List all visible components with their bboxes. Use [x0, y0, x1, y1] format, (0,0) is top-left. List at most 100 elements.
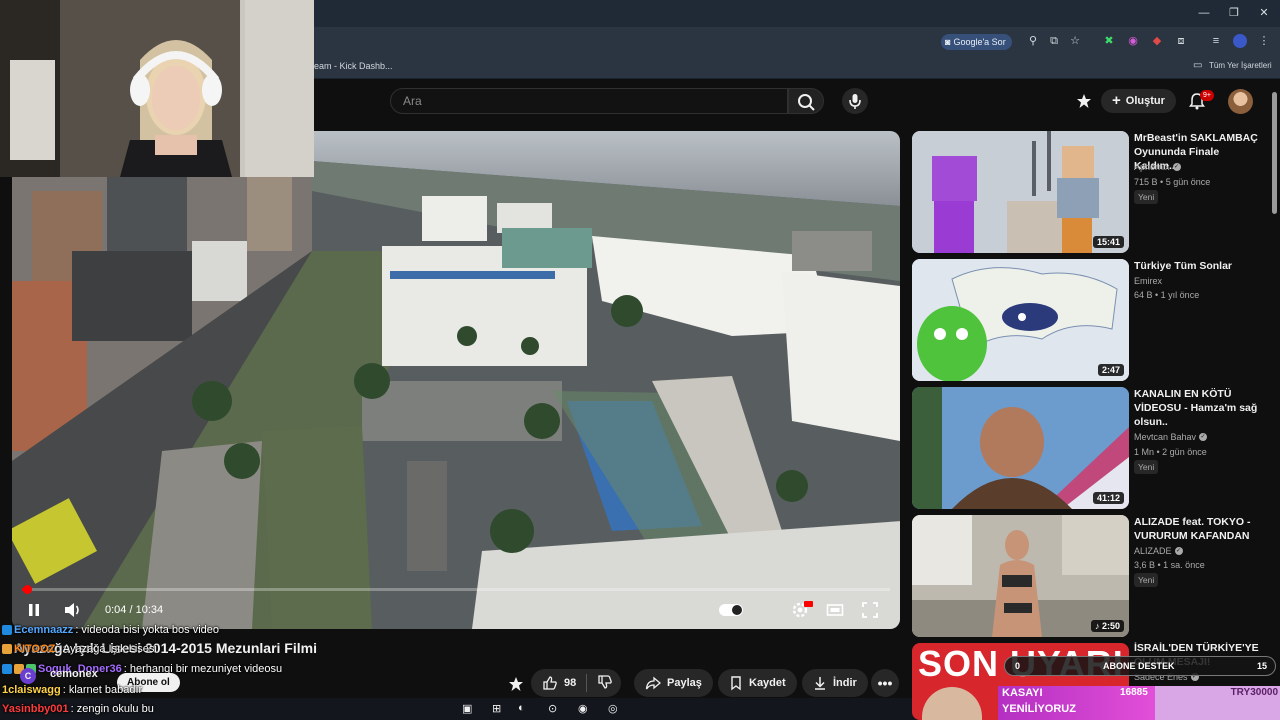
recommendation-meta: 715 B • 5 gün önce	[1134, 177, 1211, 187]
taskbar-app-icon[interactable]: ◐	[518, 702, 525, 714]
recommendation-thumbnail[interactable]: 15:41	[912, 131, 1129, 253]
maximize-button[interactable]: ❐	[1227, 6, 1241, 20]
share-label: Paylaş	[667, 677, 702, 689]
hd-badge-icon	[804, 601, 813, 607]
chat-badge-icon	[2, 644, 12, 654]
progress-bar-track[interactable]	[22, 588, 890, 591]
kick-extension-icon[interactable]	[1076, 93, 1092, 109]
google-sor-label: Google'a Sor	[953, 37, 1006, 47]
download-button[interactable]: İndir	[802, 669, 868, 697]
like-button[interactable]: 98	[542, 675, 576, 691]
recommendation-channel[interactable]: Emirex	[1134, 276, 1162, 286]
share-button[interactable]: Paylaş	[634, 669, 713, 697]
recommendation-title[interactable]: KANALIN EN KÖTÜ VİDEOSU - Hamza'm sağ ol…	[1134, 387, 1264, 429]
dislike-button[interactable]	[593, 674, 613, 693]
channel-avatar[interactable]: C	[20, 668, 36, 684]
volume-button[interactable]	[62, 600, 84, 620]
theater-icon	[826, 604, 844, 616]
duration-badge: 41:12	[1092, 492, 1124, 504]
verified-icon: ✓	[1172, 163, 1181, 171]
thumbnail-face	[922, 687, 982, 720]
mic-icon	[849, 94, 861, 109]
account-avatar[interactable]	[1228, 89, 1253, 114]
chat-badge-icon	[2, 625, 12, 635]
new-badge: Yeni	[1134, 190, 1159, 204]
all-bookmarks-link[interactable]: Tüm Yer İşaretleri	[1209, 61, 1272, 70]
taskbar-app-icon[interactable]: ◎	[608, 702, 618, 715]
recommendation-thumbnail[interactable]: 2:47	[912, 259, 1129, 381]
recommendation-channel[interactable]: Aphernix ✓	[1134, 162, 1181, 172]
extension-tag-icon[interactable]: ◆	[1150, 34, 1164, 48]
video-player[interactable]	[12, 131, 900, 629]
recommendation-channel[interactable]: Mevtcan Bahav ✓	[1134, 432, 1208, 442]
recommendation-thumbnail[interactable]: 41:12	[912, 387, 1129, 509]
bookmark-star-icon[interactable]: ☆	[1068, 34, 1082, 48]
profile-avatar-icon[interactable]	[1233, 34, 1247, 48]
recommendation-title[interactable]: ALIZADE feat. TOKYO - VURURUM KAFANDAN	[1134, 515, 1264, 543]
progress-scrubber-handle[interactable]	[22, 585, 32, 594]
recommendation-thumbnail[interactable]: ♪ 2:50	[912, 515, 1129, 637]
channel-name[interactable]: cemonex	[50, 668, 98, 680]
taskbar-app-icon[interactable]: ⊞	[492, 702, 501, 715]
chat-message: Ecemnaazz : videoda bisi yokta bos video	[2, 623, 219, 637]
settings-button[interactable]	[789, 600, 813, 620]
minimize-button[interactable]: —	[1197, 6, 1211, 20]
donation-target: TRY30000	[1230, 687, 1278, 698]
chat-text: : Ayazağa Işık Lisesi	[57, 643, 157, 655]
streamer-webcam	[0, 0, 314, 177]
thumbs-up-icon	[543, 676, 557, 690]
theater-mode-button[interactable]	[825, 600, 845, 620]
pause-icon	[29, 604, 39, 616]
chat-username: 1claiswagg	[2, 684, 61, 696]
search-input[interactable]: Ara	[390, 88, 788, 114]
chat-text: : zengin okulu bu	[70, 703, 154, 715]
close-window-button[interactable]: ✕	[1257, 6, 1271, 20]
create-label: Oluştur	[1125, 95, 1165, 107]
plus-icon: +	[1112, 92, 1121, 109]
recommendation-meta: 1 Mn • 2 gün önce	[1134, 447, 1207, 457]
webcam-feed	[0, 0, 314, 177]
save-button[interactable]: Kaydet	[718, 669, 797, 697]
chat-message: Yasinbby001 : zengin okulu bu	[2, 702, 154, 716]
taskbar-app-icon[interactable]: ⊙	[548, 702, 557, 715]
fullscreen-button[interactable]	[860, 600, 880, 620]
search-button[interactable]	[788, 88, 824, 114]
channel-name: Aphernix	[1134, 162, 1170, 172]
chat-text: : videoda bisi yokta bos video	[75, 624, 220, 636]
chat-message: 1claiswagg : klarnet babadır	[2, 683, 142, 697]
extension-mask-icon[interactable]: ◉	[1126, 34, 1140, 48]
donation-current: 16885	[1120, 687, 1148, 698]
verified-icon: ✓	[1174, 547, 1183, 555]
google-sor-button[interactable]: ◙ Google'a Sor	[941, 34, 1012, 50]
cast-icon[interactable]: ⧉	[1047, 34, 1061, 48]
create-button[interactable]: + Oluştur	[1101, 89, 1176, 113]
page-scrollbar[interactable]	[1272, 92, 1277, 214]
recommendation-meta: 64 B • 1 yıl önce	[1134, 290, 1200, 300]
zoom-icon[interactable]: ⚲	[1026, 34, 1040, 48]
reading-list-icon[interactable]: ≡	[1209, 34, 1223, 48]
thumbnail-image	[912, 515, 1129, 637]
duration-badge: 2:47	[1097, 364, 1124, 376]
thumbnail-image	[912, 387, 1129, 509]
upload-age: 5 gün önce	[1165, 177, 1211, 187]
like-count: 98	[564, 677, 577, 689]
pause-button[interactable]	[24, 600, 44, 620]
recommendation-channel[interactable]: ALIZADE ✓	[1134, 546, 1183, 556]
subscriber-goal-widget: 0 ABONE DESTEK 15	[1004, 656, 1276, 676]
taskbar-app-icon[interactable]: ▣	[462, 702, 472, 715]
recommendation-title[interactable]: Türkiye Tüm Sonlar	[1134, 259, 1264, 273]
more-actions-button[interactable]: •••	[871, 669, 899, 697]
bookmark-kick-dashboard[interactable]: eam - Kick Dashb...	[314, 61, 393, 71]
autoplay-toggle[interactable]	[719, 604, 743, 616]
fullscreen-icon	[862, 602, 878, 618]
extension-x-icon[interactable]: ✖	[1102, 34, 1116, 48]
extensions-puzzle-icon[interactable]: ⧈	[1174, 34, 1188, 48]
voice-search-button[interactable]	[842, 88, 868, 114]
sub-goal-target: 15	[1256, 661, 1267, 671]
search-icon	[798, 94, 815, 111]
taskbar-app-icon[interactable]: ◉	[578, 702, 588, 715]
browser-menu-icon[interactable]: ⋮	[1257, 34, 1271, 48]
save-label: Kaydet	[749, 677, 786, 689]
chat-username: Ecemnaazz	[14, 624, 74, 636]
kick-action-icon[interactable]	[508, 676, 524, 692]
